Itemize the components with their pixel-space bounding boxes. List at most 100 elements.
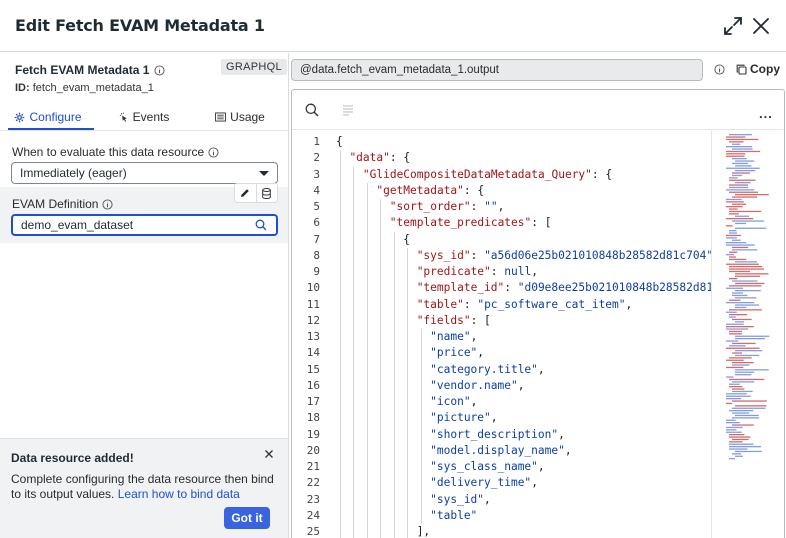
indent: "template_predicates": [ — [336, 216, 552, 229]
json-punctuation: : — [470, 200, 485, 213]
minimap-line — [732, 174, 743, 177]
minimap-line — [729, 258, 747, 261]
minimap-line — [729, 410, 754, 412]
line-number-gutter: 1 2 3 4 5 6 7 8 9 10 11 12 13 14 15 16 17 18 19 20 21 22 23 24 2… — [292, 134, 328, 538]
indent-guide — [340, 345, 341, 362]
indent-guide — [353, 507, 355, 524]
minimap-line — [732, 249, 758, 251]
output-path-field[interactable]: @data.fetch_evam_metadata_1.output — [291, 59, 703, 81]
code-line: "table" — [336, 507, 712, 524]
indent-guide — [366, 426, 368, 443]
indent-guide — [340, 377, 341, 394]
minimap-line — [732, 196, 758, 198]
bind-data-help-link[interactable]: Learn how to bind data — [118, 487, 240, 501]
minimap-line — [726, 138, 759, 141]
evaluate-select[interactable]: Immediately (eager) — [11, 162, 278, 184]
got-it-button[interactable]: Got it — [224, 507, 270, 529]
minimap-line — [735, 160, 755, 162]
indent-guide — [340, 231, 341, 248]
close-icon[interactable] — [749, 14, 773, 38]
indent-guide — [420, 426, 422, 443]
indent-guide — [393, 329, 395, 346]
indent: "sys_id": "a56d06e25b021010848b28582d81c… — [336, 249, 712, 262]
more-options-icon[interactable]: ... — [759, 106, 773, 121]
json-punctuation: , — [537, 460, 545, 473]
indent-guide — [366, 182, 368, 199]
minimap-line — [726, 218, 754, 220]
indent-guide — [380, 247, 382, 264]
when-evaluate-label: When to evaluate this data resource — [12, 145, 219, 159]
indent-guide — [420, 377, 422, 394]
indent-guide — [393, 264, 395, 281]
when-evaluate-label-text: When to evaluate this data resource — [12, 145, 205, 159]
minimap-line — [735, 414, 759, 417]
indent-guide — [366, 507, 368, 524]
indent-guide — [340, 442, 341, 459]
indent-guide — [340, 166, 341, 183]
evam-definition-input[interactable]: demo_evam_dataset — [11, 214, 278, 236]
minimap-line — [729, 299, 741, 301]
indent-guide — [407, 361, 409, 378]
indent: "price", — [336, 346, 484, 359]
indent-guide — [393, 296, 395, 313]
json-value: "" — [484, 200, 498, 213]
json-punctuation: : { — [591, 167, 613, 181]
line-number: 3 — [313, 167, 320, 181]
indent-guide — [366, 296, 368, 313]
info-icon[interactable] — [102, 198, 114, 210]
minimap-line — [726, 254, 735, 256]
copy-button[interactable]: Copy — [736, 62, 780, 76]
json-punctuation: { — [403, 232, 410, 246]
indent-guide — [340, 296, 341, 313]
json-key: "predicate" — [416, 265, 491, 278]
indent-guide — [353, 182, 355, 199]
expand-icon[interactable] — [721, 14, 745, 38]
cursor-click-icon — [119, 112, 127, 122]
info-icon[interactable] — [208, 146, 219, 158]
minimap-line — [729, 186, 749, 189]
json-punctuation: , — [558, 427, 565, 441]
indent-guide — [407, 410, 409, 427]
json-code[interactable]: {"data": {"GlideCompositeDataMetadata_Qu… — [336, 134, 712, 538]
minimap-line — [732, 438, 749, 441]
database-icon[interactable] — [257, 184, 278, 202]
minimap-line — [729, 141, 744, 143]
minimap-line — [729, 134, 752, 136]
minimap-line — [729, 278, 738, 280]
indent-guide — [393, 426, 395, 443]
code-line: "price", — [336, 345, 712, 362]
minimap-line — [732, 239, 741, 241]
indent-guide — [393, 491, 395, 508]
tab-usage[interactable]: Usage — [192, 105, 288, 129]
search-icon[interactable] — [305, 103, 319, 117]
search-icon[interactable] — [255, 219, 267, 231]
code-minimap[interactable] — [711, 130, 784, 538]
line-number: 14 — [306, 346, 320, 360]
code-line: "picture", — [336, 410, 712, 427]
json-value: "price" — [430, 346, 478, 360]
indent-guide — [353, 280, 355, 297]
code-line: "template_id": "d09e8ee25b021010848b2858… — [336, 280, 712, 297]
format-lines-icon[interactable] — [342, 104, 354, 116]
json-punctuation: , — [531, 476, 538, 490]
indent-guide — [393, 345, 395, 362]
info-icon[interactable] — [714, 64, 725, 75]
tab-events[interactable]: Events — [96, 105, 192, 129]
line-number: 10 — [306, 281, 320, 295]
pencil-icon[interactable] — [235, 184, 257, 202]
resource-id: ID: fetch_evam_metadata_1 — [15, 82, 154, 94]
line-number: 18 — [306, 411, 320, 425]
info-icon[interactable] — [154, 64, 166, 76]
tab-bar: Configure Events Usage — [0, 105, 288, 129]
close-icon[interactable] — [264, 449, 274, 459]
indent-guide — [340, 426, 341, 443]
tab-configure[interactable]: Configure — [0, 105, 96, 129]
output-path-value: @data.fetch_evam_metadata_1.output — [300, 64, 500, 76]
indent-guide — [366, 231, 368, 248]
minimap-line — [735, 335, 770, 337]
minimap-line — [732, 294, 748, 297]
indent-guide — [366, 329, 368, 346]
json-value: "icon" — [430, 395, 471, 408]
line-number: 4 — [313, 183, 320, 197]
minimap-line — [732, 172, 751, 174]
